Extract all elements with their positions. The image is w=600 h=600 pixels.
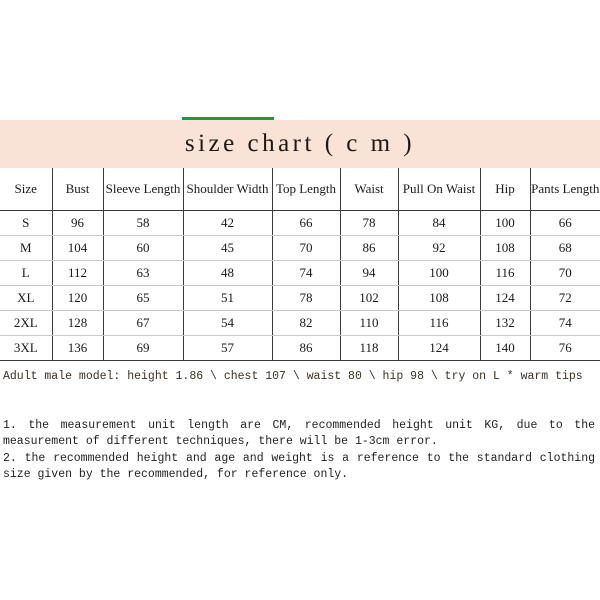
cell-top-length: 86 [271, 335, 341, 361]
cell-waist: 94 [339, 260, 399, 286]
column-header-sleeve-length: Sleeve Length [102, 168, 184, 211]
cell-shoulder-width: 48 [182, 260, 273, 286]
cell-shoulder-width: 45 [182, 235, 273, 261]
cell-size: S [0, 210, 53, 236]
page-title: size chart ( c m ) [184, 130, 416, 157]
cell-size: XL [0, 285, 53, 311]
cell-top-length: 70 [271, 235, 341, 261]
cell-pants-length: 74 [529, 310, 600, 336]
table-row: M 104 60 45 70 86 92 108 68 [0, 235, 600, 261]
cell-top-length: 82 [271, 310, 341, 336]
cell-size: M [0, 235, 53, 261]
cell-sleeve-length: 67 [102, 310, 184, 336]
cell-hip: 140 [479, 335, 531, 361]
size-chart-table: Size Bust Sleeve Length Shoulder Width T… [0, 168, 600, 361]
cell-shoulder-width: 51 [182, 285, 273, 311]
cell-sleeve-length: 65 [102, 285, 184, 311]
cell-waist: 118 [339, 335, 399, 361]
cell-pants-length: 68 [529, 235, 600, 261]
table-row: L 112 63 48 74 94 100 116 70 [0, 260, 600, 286]
cell-pull-on-waist: 124 [397, 335, 481, 361]
size-chart-page: size chart ( c m ) Size Bust Sleeve Leng… [0, 0, 600, 600]
table-header-row: Size Bust Sleeve Length Shoulder Width T… [0, 168, 600, 211]
cell-waist: 78 [339, 210, 399, 236]
cell-hip: 132 [479, 310, 531, 336]
cell-size: L [0, 260, 53, 286]
column-header-waist: Waist [339, 168, 399, 211]
cell-sleeve-length: 69 [102, 335, 184, 361]
cell-waist: 86 [339, 235, 399, 261]
cell-pull-on-waist: 108 [397, 285, 481, 311]
note-item: 1. the measurement unit length are CM, r… [3, 419, 595, 449]
table-row: XL 120 65 51 78 102 108 124 72 [0, 285, 600, 311]
cell-sleeve-length: 60 [102, 235, 184, 261]
cell-bust: 112 [51, 260, 104, 286]
cell-sleeve-length: 63 [102, 260, 184, 286]
cell-pants-length: 72 [529, 285, 600, 311]
table-row: 3XL 136 69 57 86 118 124 140 76 [0, 335, 600, 361]
cell-bust: 104 [51, 235, 104, 261]
cell-waist: 110 [339, 310, 399, 336]
cell-size: 3XL [0, 335, 53, 361]
cell-pants-length: 66 [529, 210, 600, 236]
cell-shoulder-width: 42 [182, 210, 273, 236]
cell-top-length: 78 [271, 285, 341, 311]
cell-pull-on-waist: 100 [397, 260, 481, 286]
cell-pull-on-waist: 116 [397, 310, 481, 336]
column-header-top-length: Top Length [271, 168, 341, 211]
cell-hip: 124 [479, 285, 531, 311]
column-header-hip: Hip [479, 168, 531, 211]
column-header-size: Size [0, 168, 53, 211]
cell-hip: 100 [479, 210, 531, 236]
cell-shoulder-width: 57 [182, 335, 273, 361]
cell-pull-on-waist: 84 [397, 210, 481, 236]
table-row: S 96 58 42 66 78 84 100 66 [0, 210, 600, 236]
cell-top-length: 66 [271, 210, 341, 236]
column-header-pants-length: Pants Length [529, 168, 600, 211]
cell-pull-on-waist: 92 [397, 235, 481, 261]
cell-pants-length: 70 [529, 260, 600, 286]
cell-size: 2XL [0, 310, 53, 336]
column-header-pull-on-waist: Pull On Waist [397, 168, 481, 211]
disclaimer-notes: 1. the measurement unit length are CM, r… [3, 418, 595, 483]
column-header-bust: Bust [51, 168, 104, 211]
cell-waist: 102 [339, 285, 399, 311]
table-row: 2XL 128 67 54 82 110 116 132 74 [0, 310, 600, 336]
model-measurements-note: Adult male model: height 1.86 \ chest 10… [3, 370, 583, 383]
cell-bust: 96 [51, 210, 104, 236]
cell-bust: 128 [51, 310, 104, 336]
cell-top-length: 74 [271, 260, 341, 286]
cell-pants-length: 76 [529, 335, 600, 361]
title-band: size chart ( c m ) [0, 120, 600, 168]
cell-bust: 136 [51, 335, 104, 361]
cell-sleeve-length: 58 [102, 210, 184, 236]
column-header-shoulder-width: Shoulder Width [182, 168, 273, 211]
cell-shoulder-width: 54 [182, 310, 273, 336]
note-item: 2. the recommended height and age and we… [3, 451, 595, 481]
cell-hip: 116 [479, 260, 531, 286]
cell-bust: 120 [51, 285, 104, 311]
cell-hip: 108 [479, 235, 531, 261]
